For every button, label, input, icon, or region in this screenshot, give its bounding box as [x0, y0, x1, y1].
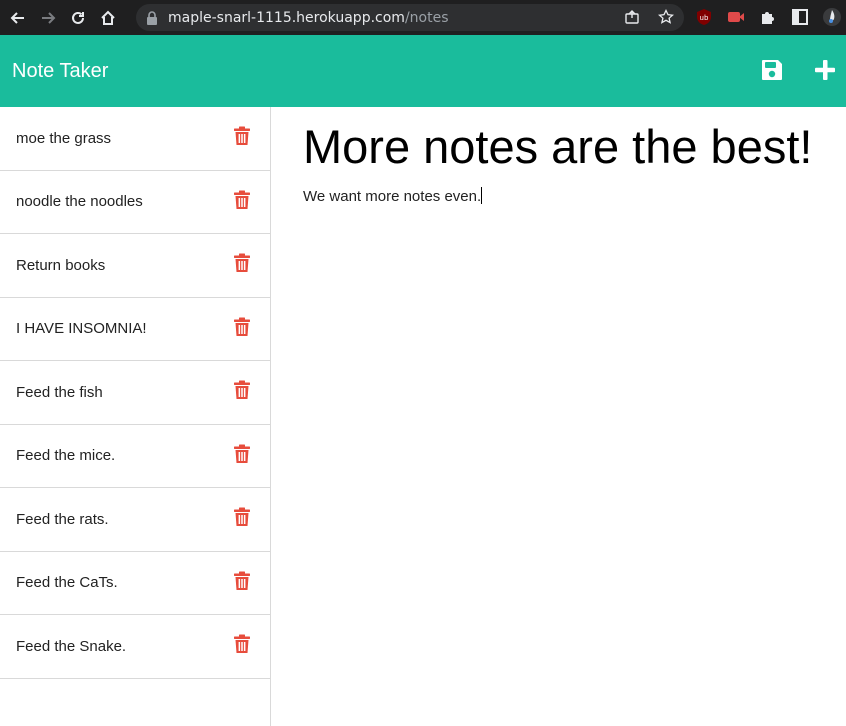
- note-title[interactable]: Return books: [16, 257, 105, 274]
- url-host: maple-snarl-1115.herokuapp.com: [168, 9, 405, 26]
- delete-note-trash-icon[interactable]: [233, 190, 251, 210]
- note-title[interactable]: Feed the mice.: [16, 447, 115, 464]
- note-title[interactable]: I HAVE INSOMNIA!: [16, 320, 147, 337]
- reload-icon[interactable]: [66, 6, 90, 30]
- note-list-item[interactable]: Feed the fish: [0, 361, 270, 425]
- note-list-item[interactable]: noodle the noodles: [0, 171, 270, 234]
- new-note-button[interactable]: [812, 57, 838, 83]
- ublock-label: ub: [700, 14, 709, 22]
- delete-note-trash-icon[interactable]: [233, 634, 251, 654]
- note-title-input[interactable]: More notes are the best!: [303, 119, 812, 174]
- note-list-item[interactable]: moe the grass: [0, 107, 270, 171]
- delete-note-trash-icon[interactable]: [233, 317, 251, 337]
- plus-icon: [815, 60, 835, 80]
- share-icon[interactable]: [624, 9, 640, 25]
- browser-toolbar: maple-snarl-1115.herokuapp.com/notes ub: [0, 0, 846, 35]
- bookmark-star-icon[interactable]: [658, 9, 674, 25]
- note-title[interactable]: Feed the CaTs.: [16, 574, 118, 591]
- note-list-item[interactable]: Feed the rats.: [0, 488, 270, 552]
- note-list-item[interactable]: Feed the CaTs.: [0, 552, 270, 615]
- delete-note-trash-icon[interactable]: [233, 507, 251, 527]
- puzzle-extensions-icon[interactable]: [758, 7, 778, 27]
- note-list-item[interactable]: I HAVE INSOMNIA!: [0, 298, 270, 361]
- note-title[interactable]: noodle the noodles: [16, 193, 143, 210]
- lock-icon: [147, 10, 157, 25]
- save-icon: [762, 60, 782, 80]
- note-list: moe the grass noodle the noodles Return …: [0, 107, 270, 679]
- note-title[interactable]: moe the grass: [16, 130, 111, 147]
- note-list-item[interactable]: Feed the Snake.: [0, 615, 270, 679]
- note-title[interactable]: Feed the fish: [16, 384, 103, 401]
- home-icon[interactable]: [96, 6, 120, 30]
- note-text-value: We want more notes even.: [303, 188, 482, 205]
- save-note-button[interactable]: [759, 57, 785, 83]
- sidebar-panel-icon[interactable]: [790, 7, 810, 27]
- text-cursor: [481, 187, 483, 204]
- note-text-textarea[interactable]: We want more notes even.: [303, 187, 483, 205]
- video-extension-icon[interactable]: [726, 7, 746, 27]
- delete-note-trash-icon[interactable]: [233, 571, 251, 591]
- note-title[interactable]: Feed the Snake.: [16, 638, 126, 655]
- notes-sidebar: moe the grass noodle the noodles Return …: [0, 107, 271, 726]
- delete-note-trash-icon[interactable]: [233, 444, 251, 464]
- back-arrow-icon[interactable]: [6, 6, 30, 30]
- note-editor: More notes are the best! We want more no…: [271, 107, 846, 726]
- address-bar[interactable]: maple-snarl-1115.herokuapp.com/notes: [136, 4, 684, 31]
- profile-avatar-icon[interactable]: [822, 7, 842, 27]
- app-brand[interactable]: Note Taker: [12, 60, 108, 83]
- note-list-item[interactable]: Return books: [0, 234, 270, 298]
- app-header: Note Taker: [0, 35, 846, 107]
- note-title[interactable]: Feed the rats.: [16, 511, 109, 528]
- delete-note-trash-icon[interactable]: [233, 380, 251, 400]
- delete-note-trash-icon[interactable]: [233, 253, 251, 273]
- forward-arrow-icon[interactable]: [36, 6, 60, 30]
- ublock-extension-icon[interactable]: ub: [694, 7, 714, 27]
- note-list-item[interactable]: Feed the mice.: [0, 425, 270, 488]
- delete-note-trash-icon[interactable]: [233, 126, 251, 146]
- url-path: /notes: [404, 9, 449, 26]
